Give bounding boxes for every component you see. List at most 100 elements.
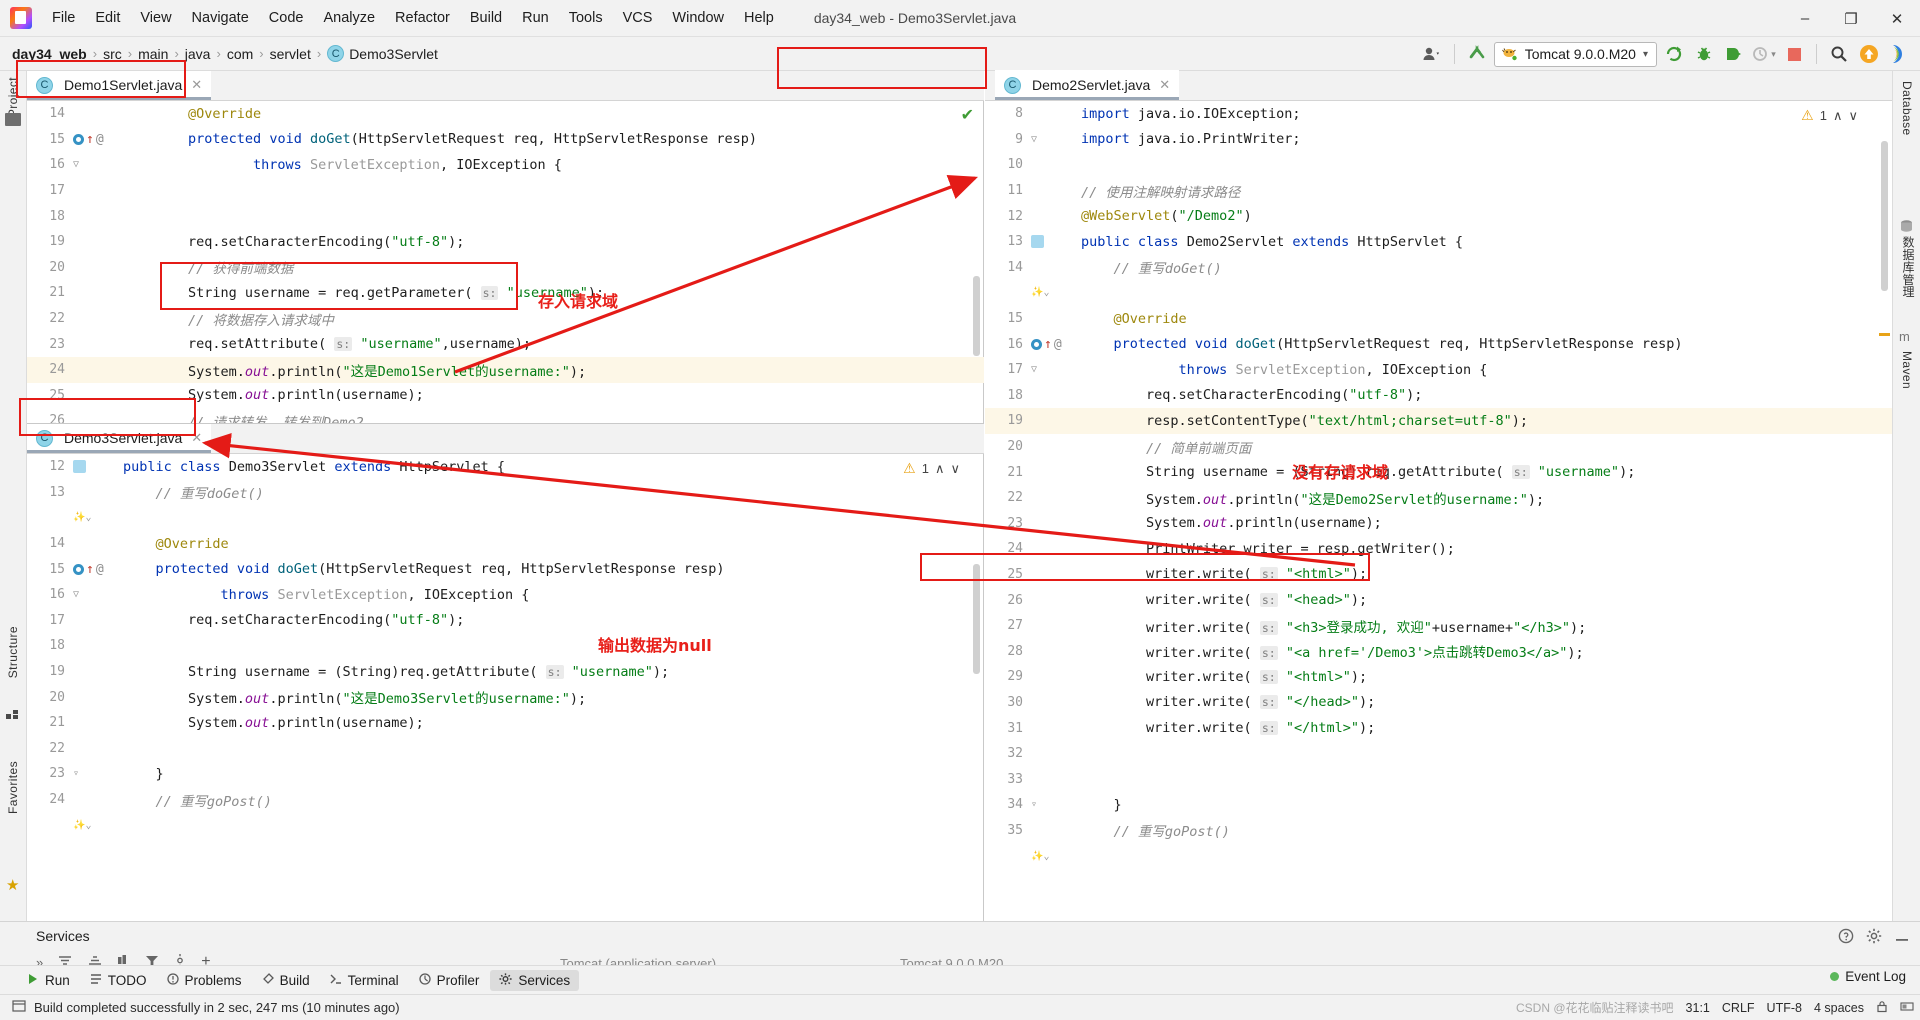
run-configuration-selector[interactable]: Tomcat 9.0.0.M20 ▾	[1493, 41, 1657, 67]
code-line[interactable]: 16 ▽ throws ServletException, IOException…	[27, 152, 984, 178]
menu-navigate[interactable]: Navigate	[182, 6, 259, 30]
code-line[interactable]: ✨⌄	[985, 280, 1892, 306]
code-line[interactable]: 8 import java.io.IOException;	[985, 101, 1892, 127]
code-line[interactable]: 17	[27, 178, 984, 204]
update-project-icon[interactable]	[1856, 41, 1882, 67]
code-line[interactable]: ✨⌄	[27, 505, 984, 531]
code-line[interactable]: 16 ↑ @ protected void doGet(HttpServletReq…	[985, 331, 1892, 357]
menu-help[interactable]: Help	[734, 6, 784, 30]
fold-end-icon[interactable]: ▿	[1031, 799, 1037, 810]
tool-button-run[interactable]: Run	[18, 970, 79, 991]
fold-marker-icon[interactable]: ▽	[1031, 364, 1037, 375]
memory-indicator[interactable]	[1900, 1000, 1914, 1016]
tool-window-maven[interactable]: Maven	[1900, 351, 1914, 389]
tool-button-terminal[interactable]: Terminal	[321, 970, 408, 991]
stop-button[interactable]	[1781, 41, 1807, 67]
menu-edit[interactable]: Edit	[85, 6, 130, 30]
code-area-demo1[interactable]: 14 @Override 15 ↑ @ protected void doGet(Ht…	[27, 101, 984, 423]
search-everywhere-icon[interactable]	[1826, 41, 1852, 67]
debug-button[interactable]	[1691, 41, 1717, 67]
fold-marker-icon[interactable]: ▽	[73, 159, 79, 170]
breadcrumb-servlet[interactable]: servlet	[270, 46, 311, 62]
menu-build[interactable]: Build	[460, 6, 512, 30]
code-area-demo2[interactable]: 8 import java.io.IOException; 9 ▽ import jav…	[985, 101, 1892, 921]
implementing-method-icon[interactable]: ↑	[86, 132, 94, 147]
indent-setting[interactable]: 4 spaces	[1814, 1001, 1864, 1015]
generated-code-icon[interactable]: ✨⌄	[1031, 287, 1049, 298]
code-line[interactable]: 24 PrintWriter writer = resp.getWriter()…	[985, 536, 1892, 562]
fold-marker-icon[interactable]: ▽	[1031, 134, 1037, 145]
chevron-down-icon[interactable]: ▾	[1643, 49, 1648, 60]
prev-problem-icon[interactable]: ∧	[1833, 108, 1843, 124]
code-line[interactable]: 20 // 简单前端页面	[985, 434, 1892, 460]
code-line[interactable]: 21 String username = req.getParameter( s…	[27, 280, 984, 306]
code-line[interactable]: 13 // 重写doGet()	[27, 480, 984, 506]
code-line[interactable]: 25 System.out.println(username);	[27, 383, 984, 409]
project-folder-icon[interactable]	[5, 113, 21, 126]
share-icon[interactable]	[1886, 41, 1912, 67]
help-icon[interactable]	[1838, 928, 1854, 947]
scrollbar-thumb[interactable]	[973, 564, 980, 674]
tab-demo2servlet[interactable]: C Demo2Servlet.java ✕	[995, 70, 1180, 100]
line-separator[interactable]: CRLF	[1722, 1001, 1755, 1015]
next-problem-icon[interactable]: ∨	[1848, 108, 1858, 124]
close-icon[interactable]: ✕	[1159, 77, 1170, 93]
chevron-down-icon[interactable]: ▾	[1771, 49, 1776, 60]
menu-window[interactable]: Window	[662, 6, 734, 30]
tool-button-profiler[interactable]: Profiler	[410, 970, 489, 991]
menu-analyze[interactable]: Analyze	[313, 6, 385, 30]
code-line[interactable]: 14 @Override	[27, 531, 984, 557]
tool-window-project[interactable]: Project	[6, 77, 20, 117]
scrollbar-thumb[interactable]	[1881, 141, 1888, 291]
breadcrumb-java[interactable]: java	[185, 46, 211, 62]
code-line[interactable]: 24 // 重写goPost()	[27, 787, 984, 813]
override-marker-icon[interactable]	[1031, 338, 1042, 350]
code-line[interactable]: 23 req.setAttribute( s: "username",usern…	[27, 331, 984, 357]
code-line[interactable]: 24 System.out.println("这是Demo1Servlet的us…	[27, 356, 984, 383]
close-icon[interactable]: ✕	[191, 430, 202, 446]
tool-window-database[interactable]: Database	[1900, 81, 1914, 136]
code-line[interactable]: 30 writer.write( s: "</head>");	[985, 690, 1892, 716]
gear-icon[interactable]	[1866, 928, 1882, 947]
code-line[interactable]: ✨⌄	[985, 843, 1892, 869]
prev-problem-icon[interactable]: ∧	[935, 461, 945, 477]
profiler-button[interactable]: ▾	[1751, 41, 1777, 67]
implementing-method-icon[interactable]: ↑	[86, 562, 94, 577]
code-line[interactable]: 18 req.setCharacterEncoding("utf-8");	[985, 383, 1892, 409]
code-line[interactable]: 27 writer.write( s: "<h3>登录成功, 欢迎"+usern…	[985, 613, 1892, 639]
breadcrumb-project[interactable]: day34_web	[12, 46, 87, 62]
code-line[interactable]: 19 resp.setContentType("text/html;charse…	[985, 408, 1892, 434]
fold-marker-icon[interactable]: ▽	[73, 589, 79, 600]
lock-icon[interactable]	[1876, 1000, 1888, 1016]
code-line[interactable]: 14 @Override	[27, 101, 984, 127]
code-line[interactable]: 10	[985, 152, 1892, 178]
code-line[interactable]: 17 ▽ throws ServletException, IOException…	[985, 357, 1892, 383]
vcs-update-icon[interactable]	[1464, 41, 1490, 67]
tool-button-todo[interactable]: TODO	[81, 970, 156, 991]
code-line[interactable]: 14 // 重写doGet()	[985, 255, 1892, 281]
generated-code-icon[interactable]: ✨⌄	[1031, 851, 1049, 862]
code-line[interactable]: 9 ▽ import java.io.PrintWriter;	[985, 127, 1892, 153]
code-line[interactable]: 23 System.out.println(username);	[985, 511, 1892, 537]
run-with-coverage-button[interactable]	[1721, 41, 1747, 67]
structure-icon[interactable]	[6, 706, 20, 723]
code-line[interactable]: 26 // 请求转发, 转发到Demo2	[27, 408, 984, 423]
breadcrumb-main[interactable]: main	[138, 46, 168, 62]
caret-position[interactable]: 31:1	[1686, 1001, 1710, 1015]
code-line[interactable]: 22	[27, 736, 984, 762]
implementing-method-icon[interactable]: ↑	[1044, 337, 1052, 352]
code-line[interactable]: 20 System.out.println("这是Demo3Servlet的us…	[27, 684, 984, 710]
code-line[interactable]: 34 ▿ }	[985, 792, 1892, 818]
code-line[interactable]: 33	[985, 766, 1892, 792]
generated-code-icon[interactable]: ✨⌄	[73, 512, 91, 523]
menu-code[interactable]: Code	[259, 6, 314, 30]
menu-file[interactable]: File	[42, 6, 85, 30]
event-log-button[interactable]: Event Log	[1830, 969, 1906, 984]
code-line[interactable]: 19 String username = (String)req.getAttr…	[27, 659, 984, 685]
code-line[interactable]: 13 public class Demo2Servlet extends Http…	[985, 229, 1892, 255]
code-line[interactable]: 21 String username = (String) req.getAtt…	[985, 459, 1892, 485]
tool-window-favorites[interactable]: Favorites	[6, 761, 20, 814]
code-line[interactable]: ✨⌄	[27, 812, 984, 838]
menu-tools[interactable]: Tools	[559, 6, 613, 30]
code-line[interactable]: 29 writer.write( s: "<html>");	[985, 664, 1892, 690]
